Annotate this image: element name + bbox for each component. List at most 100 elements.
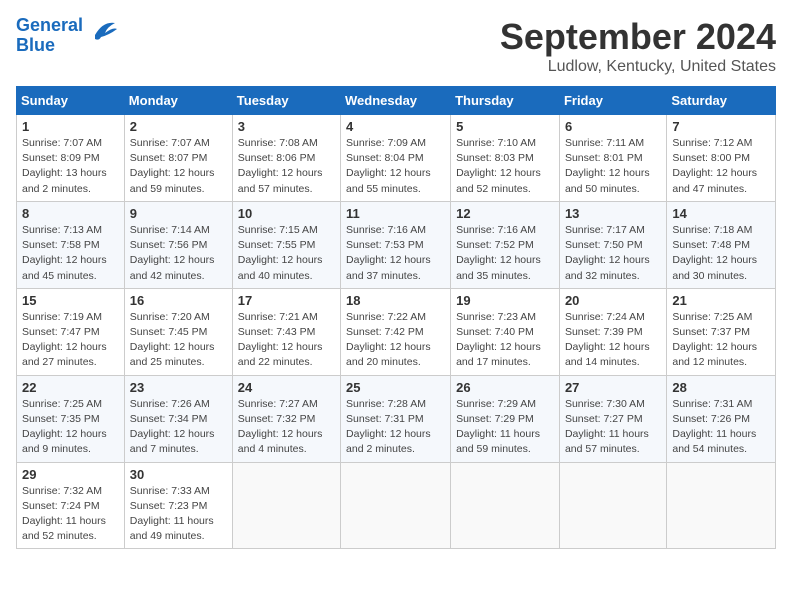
- calendar-cell: 2 Sunrise: 7:07 AMSunset: 8:07 PMDaylight…: [124, 115, 232, 202]
- calendar-cell: 20 Sunrise: 7:24 AMSunset: 7:39 PMDayligh…: [559, 288, 666, 375]
- day-number: 2: [130, 119, 227, 134]
- calendar-cell: 1 Sunrise: 7:07 AMSunset: 8:09 PMDaylight…: [17, 115, 125, 202]
- calendar-cell: 24 Sunrise: 7:27 AMSunset: 7:32 PMDayligh…: [232, 375, 340, 462]
- day-number: 28: [672, 380, 770, 395]
- day-detail: Sunrise: 7:09 AMSunset: 8:04 PMDaylight:…: [346, 136, 445, 197]
- day-detail: Sunrise: 7:24 AMSunset: 7:39 PMDaylight:…: [565, 310, 661, 371]
- day-number: 26: [456, 380, 554, 395]
- weekday-header: Sunday: [17, 87, 125, 115]
- calendar-table: SundayMondayTuesdayWednesdayThursdayFrid…: [16, 86, 776, 549]
- day-detail: Sunrise: 7:25 AMSunset: 7:37 PMDaylight:…: [672, 310, 770, 371]
- calendar-cell: 19 Sunrise: 7:23 AMSunset: 7:40 PMDayligh…: [451, 288, 560, 375]
- day-detail: Sunrise: 7:18 AMSunset: 7:48 PMDaylight:…: [672, 223, 770, 284]
- calendar-cell: 22 Sunrise: 7:25 AMSunset: 7:35 PMDayligh…: [17, 375, 125, 462]
- calendar-week-row: 15 Sunrise: 7:19 AMSunset: 7:47 PMDayligh…: [17, 288, 776, 375]
- day-detail: Sunrise: 7:16 AMSunset: 7:52 PMDaylight:…: [456, 223, 554, 284]
- weekday-header: Thursday: [451, 87, 560, 115]
- day-detail: Sunrise: 7:30 AMSunset: 7:27 PMDaylight:…: [565, 397, 661, 458]
- calendar-cell: 15 Sunrise: 7:19 AMSunset: 7:47 PMDayligh…: [17, 288, 125, 375]
- weekday-header: Tuesday: [232, 87, 340, 115]
- day-number: 21: [672, 293, 770, 308]
- page-header: GeneralBlue September 2024 Ludlow, Kentu…: [16, 16, 776, 76]
- day-number: 20: [565, 293, 661, 308]
- day-number: 11: [346, 206, 445, 221]
- day-number: 25: [346, 380, 445, 395]
- day-detail: Sunrise: 7:13 AMSunset: 7:58 PMDaylight:…: [22, 223, 119, 284]
- calendar-cell: 14Sunrise: 7:18 AMSunset: 7:48 PMDayligh…: [667, 201, 776, 288]
- day-number: 1: [22, 119, 119, 134]
- day-detail: Sunrise: 7:14 AMSunset: 7:56 PMDaylight:…: [130, 223, 227, 284]
- calendar-cell: 28Sunrise: 7:31 AMSunset: 7:26 PMDayligh…: [667, 375, 776, 462]
- month-title: September 2024: [500, 16, 776, 58]
- day-detail: Sunrise: 7:20 AMSunset: 7:45 PMDaylight:…: [130, 310, 227, 371]
- calendar-cell: 12 Sunrise: 7:16 AMSunset: 7:52 PMDayligh…: [451, 201, 560, 288]
- calendar-cell: 4 Sunrise: 7:09 AMSunset: 8:04 PMDaylight…: [341, 115, 451, 202]
- day-number: 16: [130, 293, 227, 308]
- day-detail: Sunrise: 7:10 AMSunset: 8:03 PMDaylight:…: [456, 136, 554, 197]
- day-detail: Sunrise: 7:23 AMSunset: 7:40 PMDaylight:…: [456, 310, 554, 371]
- day-number: 8: [22, 206, 119, 221]
- day-number: 15: [22, 293, 119, 308]
- day-detail: Sunrise: 7:15 AMSunset: 7:55 PMDaylight:…: [238, 223, 335, 284]
- calendar-cell: 8 Sunrise: 7:13 AMSunset: 7:58 PMDaylight…: [17, 201, 125, 288]
- calendar-cell: 11 Sunrise: 7:16 AMSunset: 7:53 PMDayligh…: [341, 201, 451, 288]
- calendar-week-row: 1 Sunrise: 7:07 AMSunset: 8:09 PMDaylight…: [17, 115, 776, 202]
- day-number: 27: [565, 380, 661, 395]
- calendar-cell: 27 Sunrise: 7:30 AMSunset: 7:27 PMDayligh…: [559, 375, 666, 462]
- calendar-cell: [451, 462, 560, 549]
- day-number: 13: [565, 206, 661, 221]
- day-detail: Sunrise: 7:27 AMSunset: 7:32 PMDaylight:…: [238, 397, 335, 458]
- day-detail: Sunrise: 7:26 AMSunset: 7:34 PMDaylight:…: [130, 397, 227, 458]
- day-number: 30: [130, 467, 227, 482]
- title-area: September 2024 Ludlow, Kentucky, United …: [500, 16, 776, 76]
- day-number: 7: [672, 119, 770, 134]
- day-detail: Sunrise: 7:19 AMSunset: 7:47 PMDaylight:…: [22, 310, 119, 371]
- calendar-cell: 25Sunrise: 7:28 AMSunset: 7:31 PMDayligh…: [341, 375, 451, 462]
- location-label: Ludlow, Kentucky, United States: [500, 58, 776, 76]
- day-number: 17: [238, 293, 335, 308]
- day-detail: Sunrise: 7:17 AMSunset: 7:50 PMDaylight:…: [565, 223, 661, 284]
- day-number: 22: [22, 380, 119, 395]
- day-number: 29: [22, 467, 119, 482]
- calendar-week-row: 22 Sunrise: 7:25 AMSunset: 7:35 PMDayligh…: [17, 375, 776, 462]
- day-number: 12: [456, 206, 554, 221]
- day-detail: Sunrise: 7:25 AMSunset: 7:35 PMDaylight:…: [22, 397, 119, 458]
- day-detail: Sunrise: 7:12 AMSunset: 8:00 PMDaylight:…: [672, 136, 770, 197]
- day-number: 19: [456, 293, 554, 308]
- calendar-cell: 21 Sunrise: 7:25 AMSunset: 7:37 PMDayligh…: [667, 288, 776, 375]
- day-number: 18: [346, 293, 445, 308]
- calendar-cell: [667, 462, 776, 549]
- calendar-cell: 3Sunrise: 7:08 AMSunset: 8:06 PMDaylight…: [232, 115, 340, 202]
- day-detail: Sunrise: 7:32 AMSunset: 7:24 PMDaylight:…: [22, 484, 119, 545]
- day-number: 24: [238, 380, 335, 395]
- calendar-cell: [559, 462, 666, 549]
- calendar-cell: 6 Sunrise: 7:11 AMSunset: 8:01 PMDaylight…: [559, 115, 666, 202]
- calendar-week-row: 29 Sunrise: 7:32 AMSunset: 7:24 PMDayligh…: [17, 462, 776, 549]
- day-detail: Sunrise: 7:33 AMSunset: 7:23 PMDaylight:…: [130, 484, 227, 545]
- calendar-cell: 10Sunrise: 7:15 AMSunset: 7:55 PMDayligh…: [232, 201, 340, 288]
- calendar-cell: 17 Sunrise: 7:21 AMSunset: 7:43 PMDayligh…: [232, 288, 340, 375]
- day-detail: Sunrise: 7:29 AMSunset: 7:29 PMDaylight:…: [456, 397, 554, 458]
- day-number: 6: [565, 119, 661, 134]
- day-detail: Sunrise: 7:16 AMSunset: 7:53 PMDaylight:…: [346, 223, 445, 284]
- calendar-cell: 23 Sunrise: 7:26 AMSunset: 7:34 PMDayligh…: [124, 375, 232, 462]
- day-number: 4: [346, 119, 445, 134]
- day-detail: Sunrise: 7:11 AMSunset: 8:01 PMDaylight:…: [565, 136, 661, 197]
- calendar-cell: [232, 462, 340, 549]
- day-detail: Sunrise: 7:21 AMSunset: 7:43 PMDaylight:…: [238, 310, 335, 371]
- calendar-cell: 29 Sunrise: 7:32 AMSunset: 7:24 PMDayligh…: [17, 462, 125, 549]
- day-detail: Sunrise: 7:08 AMSunset: 8:06 PMDaylight:…: [238, 136, 335, 197]
- calendar-cell: 16 Sunrise: 7:20 AMSunset: 7:45 PMDayligh…: [124, 288, 232, 375]
- day-detail: Sunrise: 7:07 AMSunset: 8:07 PMDaylight:…: [130, 136, 227, 197]
- weekday-header: Friday: [559, 87, 666, 115]
- logo: GeneralBlue: [16, 16, 117, 56]
- calendar-cell: 30 Sunrise: 7:33 AMSunset: 7:23 PMDayligh…: [124, 462, 232, 549]
- calendar-cell: 7 Sunrise: 7:12 AMSunset: 8:00 PMDaylight…: [667, 115, 776, 202]
- logo-bird-icon: [85, 17, 117, 45]
- day-number: 23: [130, 380, 227, 395]
- day-detail: Sunrise: 7:07 AMSunset: 8:09 PMDaylight:…: [22, 136, 119, 197]
- calendar-cell: [341, 462, 451, 549]
- calendar-week-row: 8 Sunrise: 7:13 AMSunset: 7:58 PMDaylight…: [17, 201, 776, 288]
- day-number: 9: [130, 206, 227, 221]
- calendar-cell: 13 Sunrise: 7:17 AMSunset: 7:50 PMDayligh…: [559, 201, 666, 288]
